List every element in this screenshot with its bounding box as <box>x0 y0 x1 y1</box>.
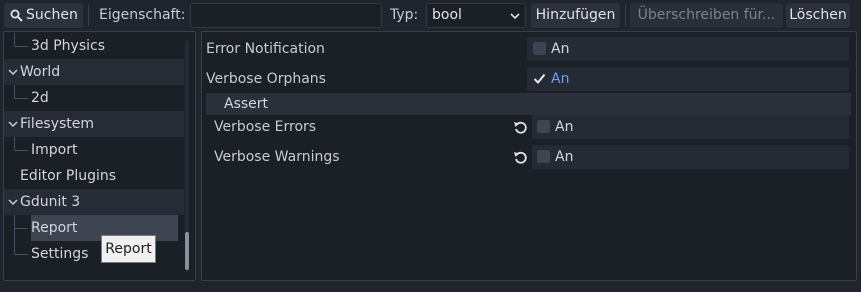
settings-category-tree: 3d Physics World 2d Filesystem Import Ed… <box>3 31 196 281</box>
checkbox-label: An <box>555 149 574 165</box>
tree-item-label: Gdunit 3 <box>20 194 81 210</box>
tree-item-label: Filesystem <box>20 116 95 132</box>
toolbar-separator <box>625 5 626 26</box>
property-value-verbose-orphans[interactable]: An <box>527 67 849 91</box>
revert-icon[interactable] <box>513 150 528 165</box>
tree-item-label: Editor Plugins <box>20 168 117 184</box>
caret-down-icon <box>8 69 18 76</box>
property-row-verbose-errors: Verbose Errors An <box>202 112 856 142</box>
property-value-verbose-warnings[interactable]: An <box>532 145 849 169</box>
checkmark-icon[interactable] <box>533 72 546 85</box>
property-value-error-notification[interactable]: An <box>527 37 849 61</box>
tree-item-label: 2d <box>31 90 49 106</box>
delete-button-label: Löschen <box>789 7 847 23</box>
revert-icon[interactable] <box>513 120 528 135</box>
tree-item-label: World <box>20 64 61 80</box>
property-row-error-notification: Error Notification An <box>202 34 856 64</box>
tree-item-import[interactable]: Import <box>4 137 184 163</box>
tree-item-label: Settings <box>31 246 89 262</box>
tree-item-editor-plugins[interactable]: Editor Plugins <box>4 163 184 189</box>
tree-item-3d-physics[interactable]: 3d Physics <box>4 33 184 59</box>
search-icon <box>10 9 23 22</box>
tree-item-settings[interactable]: Settings <box>4 241 184 267</box>
type-dropdown-value: bool <box>432 7 462 23</box>
search-button[interactable]: Suchen <box>4 3 83 28</box>
tree-item-2d[interactable]: 2d <box>4 85 184 111</box>
caret-down-icon <box>8 121 18 128</box>
checkbox-label: An <box>551 71 570 87</box>
checkbox-label: An <box>551 41 570 57</box>
tooltip-text: Report <box>105 241 152 257</box>
tree-item-label: Import <box>31 142 78 158</box>
property-label: Verbose Errors <box>214 119 317 135</box>
override-for-button-label: Überschreiben für... <box>637 7 776 23</box>
property-label: Verbose Warnings <box>214 149 340 165</box>
add-button-label: Hinzufügen <box>535 7 616 23</box>
type-label: Typ: <box>390 7 419 23</box>
checkbox[interactable] <box>533 42 546 55</box>
property-value-verbose-errors[interactable]: An <box>532 115 849 139</box>
property-row-verbose-warnings: Verbose Warnings An <box>202 142 856 172</box>
caret-down-icon <box>8 199 18 206</box>
property-label: Eigenschaft: <box>99 7 186 23</box>
tree-item-report[interactable]: Report <box>4 215 184 241</box>
toolbar-separator <box>88 5 89 26</box>
property-label: Verbose Orphans <box>206 71 326 87</box>
tree-item-world[interactable]: World <box>4 59 184 85</box>
property-name-input[interactable] <box>190 3 382 28</box>
tree-item-gdunit-3[interactable]: Gdunit 3 <box>4 189 184 215</box>
property-label: Error Notification <box>206 41 325 57</box>
delete-button[interactable]: Löschen <box>786 3 850 28</box>
tree-item-label: 3d Physics <box>31 38 106 54</box>
search-button-label: Suchen <box>26 7 78 23</box>
override-for-button[interactable]: Überschreiben für... <box>630 3 783 28</box>
checkbox[interactable] <box>537 120 550 133</box>
settings-property-panel: Error Notification An Verbose Orphans An… <box>201 31 857 281</box>
tooltip: Report <box>101 235 156 263</box>
checkbox-label: An <box>555 119 574 135</box>
property-row-verbose-orphans: Verbose Orphans An <box>202 64 856 94</box>
checkbox[interactable] <box>537 150 550 163</box>
settings-toolbar: Suchen Eigenschaft: Typ: bool Hinzufügen… <box>0 0 861 31</box>
tree-item-filesystem[interactable]: Filesystem <box>4 111 184 137</box>
tree-scrollbar-thumb[interactable] <box>185 232 189 270</box>
tree-item-label: Report <box>31 220 78 236</box>
add-button[interactable]: Hinzufügen <box>531 3 620 28</box>
chevron-down-icon <box>510 13 520 20</box>
type-dropdown[interactable]: bool <box>426 3 526 28</box>
